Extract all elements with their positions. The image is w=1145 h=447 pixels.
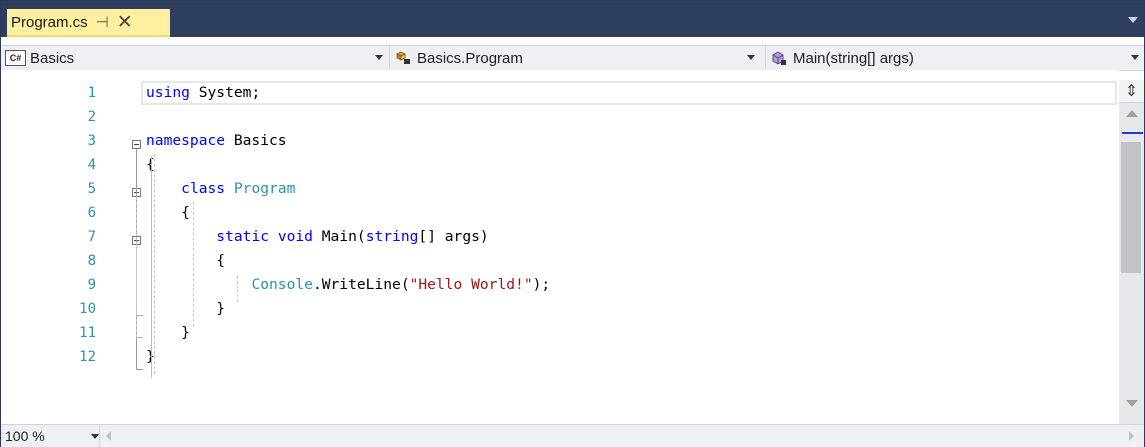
divider: [765, 46, 766, 70]
code-line[interactable]: Console.WriteLine("Hello World!");: [146, 273, 550, 297]
code-line[interactable]: {: [146, 201, 190, 225]
code-token: Console: [251, 276, 313, 293]
code-token: Main(: [312, 228, 366, 245]
type-dropdown[interactable]: Basics.Program: [395, 46, 765, 70]
code-token: static: [216, 228, 270, 245]
code-line[interactable]: class Program: [146, 177, 295, 201]
code-token: }: [146, 300, 226, 317]
editor-bottom-bar: 100 %: [1, 424, 1144, 447]
scroll-up-icon[interactable]: [1126, 110, 1138, 117]
line-number: 6: [87, 205, 96, 221]
document-tab-strip: Program.cs ⊣ ✕: [1, 1, 1144, 37]
indent-guide: [237, 276, 238, 302]
indent-guide: [151, 156, 152, 378]
line-number: 4: [87, 157, 96, 173]
code-token: [] args): [418, 228, 489, 245]
code-line[interactable]: {: [146, 249, 225, 273]
scrollbar-thumb[interactable]: [1121, 142, 1141, 273]
code-line[interactable]: using System;: [146, 81, 260, 105]
member-dropdown[interactable]: Main(string[] args): [771, 46, 1144, 70]
split-window-icon[interactable]: ⇕: [1119, 80, 1144, 103]
line-number-margin: 1 2 3 4 5 6 7 8 9 10 11 12: [1, 70, 96, 424]
code-token: using: [146, 84, 190, 101]
tab-list-dropdown-icon[interactable]: [1128, 17, 1138, 23]
caret-position-marker: [1122, 132, 1143, 134]
code-token: {: [146, 204, 190, 221]
class-icon: [396, 51, 410, 64]
line-number: 5: [87, 181, 96, 197]
indent-guide: [154, 154, 155, 374]
code-token: Program: [233, 180, 296, 197]
line-number: 10: [79, 301, 96, 317]
line-number: 2: [87, 109, 96, 125]
line-number: 9: [87, 277, 96, 293]
scroll-down-icon[interactable]: [1126, 400, 1138, 407]
zoom-level[interactable]: 100 %: [5, 425, 45, 447]
code-line[interactable]: static void Main(string[] args): [146, 225, 489, 249]
scroll-left-icon[interactable]: [106, 431, 111, 441]
navigation-bar: C# Basics Basics.Program Main(string[] a…: [1, 45, 1144, 71]
pin-icon[interactable]: ⊣: [96, 13, 109, 31]
line-number: 11: [79, 325, 96, 341]
member-label: Main(string[] args): [793, 49, 914, 67]
code-editor[interactable]: 1 2 3 4 5 6 7 8 9 10 11 12 using System; namespace B…: [1, 70, 1119, 424]
code-token: Basics: [225, 132, 287, 149]
outline-guide: [136, 369, 143, 370]
code-line[interactable]: namespace Basics: [146, 129, 287, 153]
type-label: Basics.Program: [417, 49, 523, 67]
collapse-namespace-icon[interactable]: [132, 140, 141, 149]
method-icon: [772, 51, 786, 65]
code-token: {: [146, 252, 226, 269]
divider: [389, 46, 390, 70]
line-number: 3: [87, 133, 96, 149]
close-icon[interactable]: ✕: [117, 13, 133, 32]
line-number: 1: [87, 85, 96, 101]
code-line[interactable]: }: [146, 297, 225, 321]
outline-guide: [136, 315, 143, 316]
current-line-highlight: [141, 81, 1117, 105]
outline-guide: [136, 245, 137, 315]
scroll-right-icon[interactable]: [1129, 431, 1134, 441]
code-line[interactable]: }: [146, 321, 190, 345]
vertical-scrollbar[interactable]: [1119, 80, 1144, 424]
chevron-down-icon: [747, 55, 755, 60]
chevron-down-icon: [1131, 55, 1139, 60]
code-token: );: [532, 276, 551, 293]
tab-program-cs[interactable]: Program.cs ⊣ ✕: [7, 9, 170, 37]
code-token: class: [181, 180, 226, 197]
code-token: .WriteLine(: [312, 276, 410, 293]
line-number: 12: [79, 349, 96, 365]
project-dropdown[interactable]: C# Basics: [1, 46, 389, 70]
tab-title: Program.cs: [11, 13, 88, 31]
line-number: 7: [87, 229, 96, 245]
chevron-down-icon[interactable]: [91, 434, 99, 439]
code-token: "Hello World!": [409, 276, 533, 293]
code-token: namespace: [146, 132, 226, 149]
divider: [99, 425, 100, 447]
outline-guide: [136, 337, 143, 338]
code-token: }: [146, 324, 190, 341]
indent-guide: [193, 202, 194, 327]
csharp-project-icon: C#: [5, 50, 26, 66]
code-editor-window: Program.cs ⊣ ✕ C# Basics Basics.Program: [0, 0, 1145, 447]
line-number: 8: [87, 253, 96, 269]
code-token: string: [365, 228, 419, 245]
code-token: System;: [189, 84, 261, 101]
chevron-down-icon: [375, 55, 383, 60]
project-label: Basics: [30, 49, 75, 67]
code-token: void: [277, 228, 313, 245]
